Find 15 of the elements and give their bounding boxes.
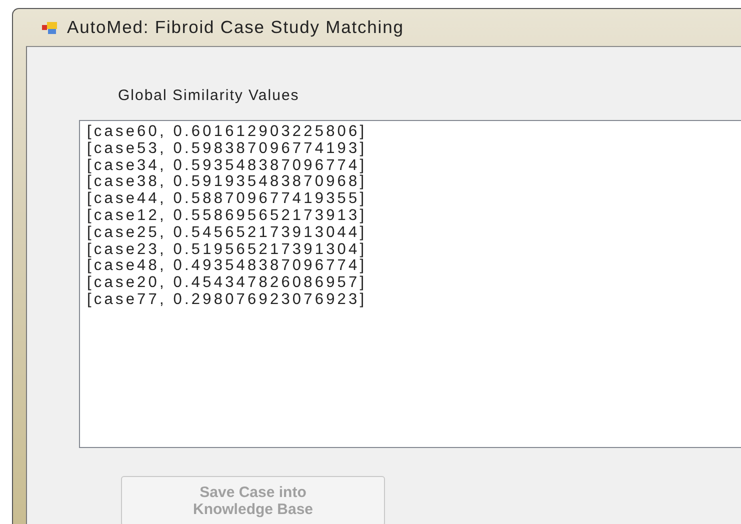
list-item[interactable]: [case77, 0.298076923076923] <box>87 290 367 308</box>
list-item[interactable]: [case38, 0.591935483870968] <box>87 173 367 190</box>
list-item[interactable]: [case48, 0.493548387096774] <box>87 257 367 274</box>
list-item[interactable]: [case53, 0.598387096774193] <box>87 140 367 157</box>
list-label: Global Similarity Values <box>118 87 300 104</box>
app-icon <box>42 22 57 34</box>
list-item[interactable]: [case44, 0.588709677419355] <box>87 190 367 208</box>
list-item[interactable]: [case12, 0.558695652173913] <box>87 206 367 224</box>
window-title: AutoMed: Fibroid Case Study Matching <box>67 16 404 40</box>
list-box[interactable] <box>79 120 741 448</box>
list-item[interactable]: [case60, 0.601612903225806] <box>87 123 367 140</box>
list-item[interactable]: [case34, 0.593548387096774] <box>87 156 367 174</box>
list-item[interactable]: [case23, 0.519565217391304] <box>87 240 367 258</box>
list-item[interactable]: [case20, 0.454347826086957] <box>87 274 367 292</box>
list-item[interactable]: [case25, 0.545652173913044] <box>87 224 367 241</box>
